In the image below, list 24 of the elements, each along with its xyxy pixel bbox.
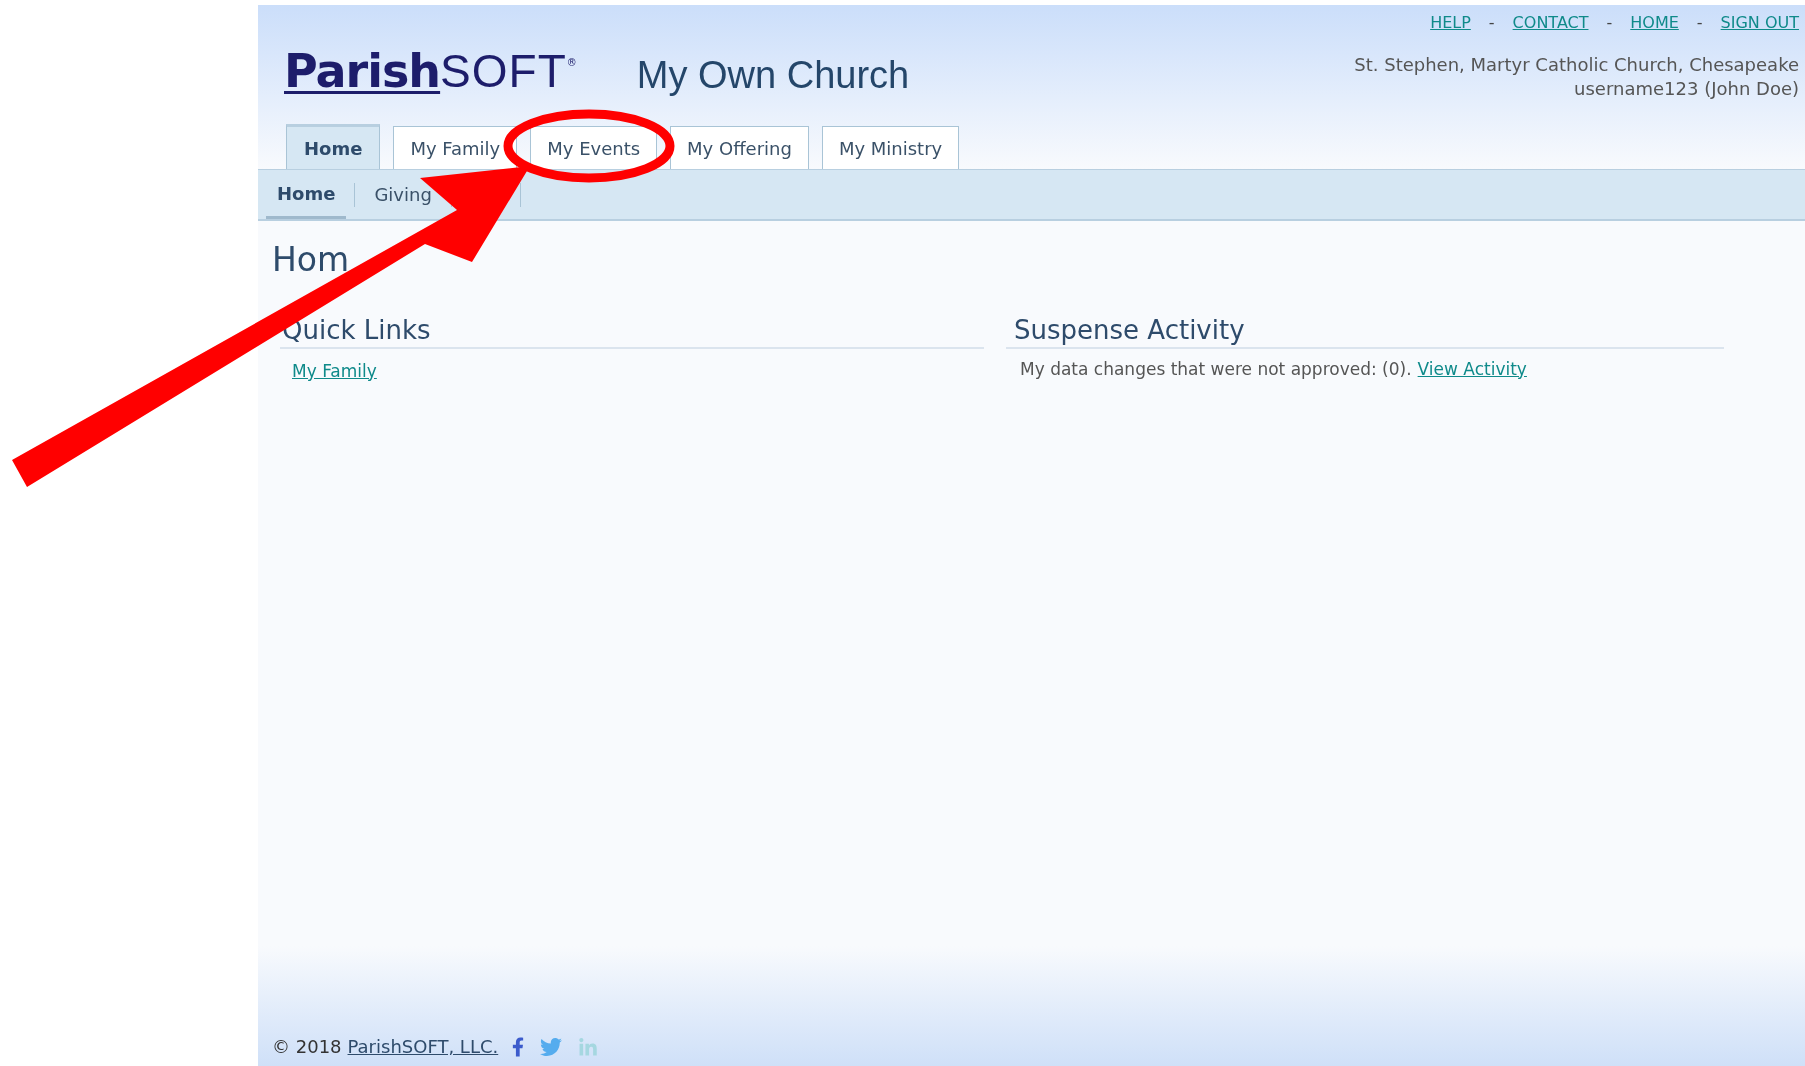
- nav-tab[interactable]: My Events: [530, 126, 658, 169]
- church-name: St. Stephen, Martyr Catholic Church, Chesapeake: [1354, 53, 1799, 77]
- bird-icon[interactable]: [538, 1036, 565, 1058]
- facebook-icon[interactable]: [512, 1036, 525, 1058]
- subnav-link[interactable]: Home: [266, 170, 347, 219]
- site-title: My Own Church: [636, 53, 910, 98]
- suspense-text: My data changes that were not approved: (0).: [1020, 357, 1412, 381]
- link-separator: -: [1606, 12, 1613, 34]
- copyright: © 2018: [272, 1035, 342, 1059]
- subnav-link[interactable]: Giving: [363, 170, 443, 219]
- link-separator: -: [1696, 12, 1703, 34]
- user-name: username123 (John Doe): [1574, 77, 1799, 101]
- company-link[interactable]: ParishSOFT, LLC.: [347, 1033, 499, 1060]
- view-activity-link[interactable]: View Activity: [1417, 356, 1527, 382]
- page-heading: Hom: [272, 239, 351, 281]
- link-separator: -: [1488, 12, 1495, 34]
- section-heading: Suspense Activity: [1006, 312, 1724, 349]
- nav-tab[interactable]: Home: [286, 124, 381, 169]
- linkedin-icon[interactable]: [578, 1038, 599, 1058]
- nav-tab[interactable]: My Ministry: [821, 126, 960, 169]
- nav-tab[interactable]: My Family: [393, 126, 518, 169]
- quick-link[interactable]: My Family: [292, 358, 377, 384]
- logo: ParishSOFT®: [284, 47, 577, 94]
- nav-tab[interactable]: My Offering: [670, 126, 809, 169]
